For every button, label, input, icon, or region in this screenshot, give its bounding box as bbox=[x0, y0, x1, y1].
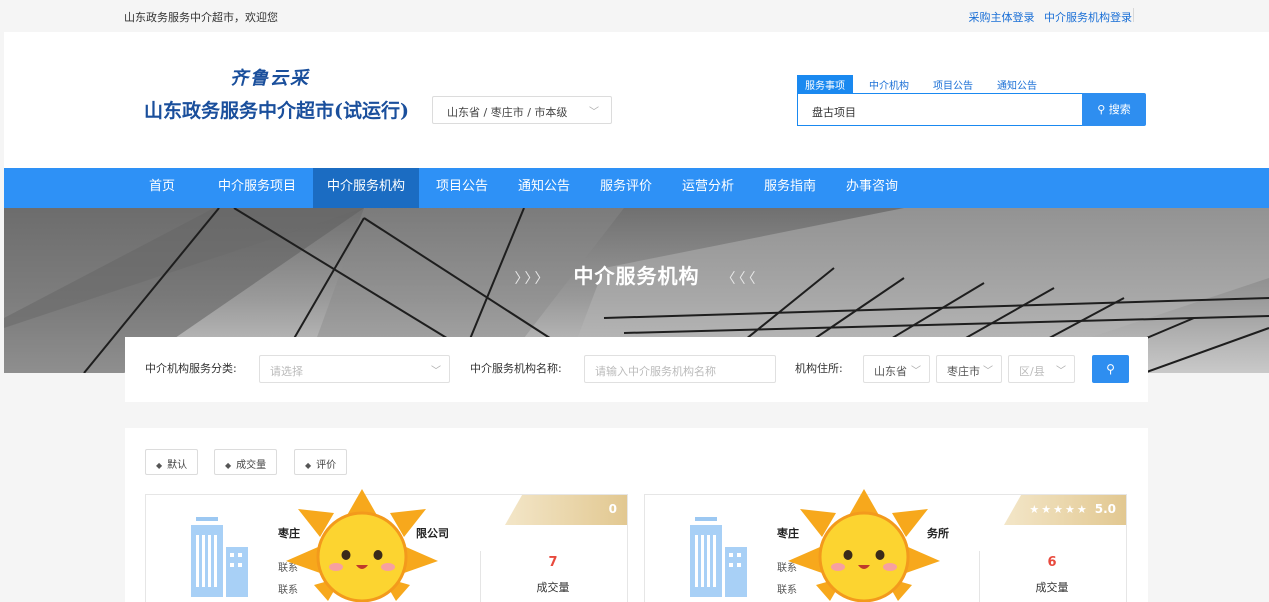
nav-item-analysis[interactable]: 运营分析 bbox=[671, 168, 745, 208]
building-icon bbox=[191, 517, 248, 597]
logo-subtitle: 齐鲁云采 bbox=[230, 68, 310, 89]
banner-title-row: 〉〉〉 中介服务机构 〈〈〈 bbox=[4, 260, 1269, 289]
district-placeholder: 区/县 bbox=[1019, 365, 1045, 378]
results-panel: ◆ 默认 ◆ 成交量 ◆ 评价 0 枣庄 限公司 联系 联系 7 成交量 ★★★… bbox=[125, 428, 1148, 602]
province-value: 山东省 bbox=[874, 365, 907, 378]
search-button[interactable]: ⚲ 搜索 bbox=[1082, 93, 1146, 126]
search-input[interactable]: 盘古项目 bbox=[797, 93, 1083, 126]
page-title: 中介服务机构 bbox=[573, 264, 700, 288]
welcome-text: 山东政务服务中介超市，欢迎您 bbox=[124, 11, 278, 24]
sort-rating-button[interactable]: ◆ 评价 bbox=[294, 449, 348, 475]
banner-right-arrows: 〈〈〈 bbox=[721, 271, 759, 287]
agency-card[interactable]: ★★★★★ 5.0 枣庄 务所 联系 联系 6 成交量 bbox=[644, 489, 1127, 602]
search-tab-agency[interactable]: 中介机构 bbox=[861, 75, 917, 94]
sun-sticker-icon bbox=[788, 489, 940, 602]
region-selector[interactable]: 山东省 / 枣庄市 / 市本级 ﹀ bbox=[432, 96, 612, 124]
deal-count-label: 成交量 bbox=[1035, 581, 1069, 594]
nav-item-evaluation[interactable]: 服务评价 bbox=[589, 168, 663, 208]
agency-login-link[interactable]: 中介服务机构登录 bbox=[1044, 11, 1132, 24]
nav-item-guide[interactable]: 服务指南 bbox=[753, 168, 827, 208]
sort-icon: ◆ bbox=[156, 461, 163, 470]
search-icon: ⚲ bbox=[1106, 362, 1115, 376]
sort-icon: ◆ bbox=[305, 461, 312, 470]
deal-count: 7 bbox=[548, 555, 558, 570]
sort-icon: ◆ bbox=[225, 461, 232, 470]
rating-ribbon: 0 bbox=[505, 495, 627, 525]
chevron-down-icon: ﹀ bbox=[911, 366, 921, 377]
search-tab-project[interactable]: 项目公告 bbox=[925, 75, 981, 94]
site-header: 齐鲁云采 山东政务服务中介超市(试运行) 山东省 / 枣庄市 / 市本级 ﹀ 服… bbox=[4, 32, 1269, 168]
agency-name-input[interactable]: 请输入中介服务机构名称 bbox=[584, 355, 776, 383]
search-tab-notice[interactable]: 通知公告 bbox=[989, 75, 1045, 94]
sort-volume-button[interactable]: ◆ 成交量 bbox=[214, 449, 278, 475]
deal-count: 6 bbox=[1047, 555, 1057, 570]
buyer-login-link[interactable]: 采购主体登录 bbox=[969, 11, 1035, 24]
nav-item-home[interactable]: 首页 bbox=[134, 168, 190, 208]
agency-name-label: 中介服务机构名称: bbox=[470, 362, 562, 375]
star-icon: ★★★★★ bbox=[1029, 503, 1089, 516]
top-bar: 山东政务服务中介超市，欢迎您 采购主体登录 中介服务机构登录 bbox=[0, 0, 1269, 32]
search-tab-service[interactable]: 服务事项 bbox=[797, 75, 853, 94]
nav-item-agencies[interactable]: 中介服务机构 bbox=[313, 168, 419, 208]
chevron-down-icon: ﹀ bbox=[983, 366, 993, 377]
rating-ribbon: ★★★★★ 5.0 bbox=[1004, 495, 1126, 525]
address-label: 机构住所: bbox=[795, 362, 843, 375]
search-icon: ⚲ bbox=[1097, 103, 1106, 116]
nav-item-project-notices[interactable]: 项目公告 bbox=[425, 168, 499, 208]
sort-volume-label: 成交量 bbox=[236, 460, 267, 471]
chevron-down-icon: ﹀ bbox=[1056, 366, 1066, 377]
region-value: 山东省 / 枣庄市 / 市本级 bbox=[447, 106, 568, 119]
nav-item-notices[interactable]: 通知公告 bbox=[507, 168, 581, 208]
login-links: 采购主体登录 中介服务机构登录 bbox=[963, 9, 1133, 25]
rating-value: 5.0 bbox=[1094, 502, 1116, 516]
search-tabs: 服务事项 中介机构 项目公告 通知公告 bbox=[797, 75, 1053, 94]
filter-search-button[interactable]: ⚲ bbox=[1092, 355, 1129, 383]
divider bbox=[1133, 8, 1134, 22]
district-select[interactable]: 区/县 ﹀ bbox=[1008, 355, 1075, 383]
building-icon bbox=[690, 517, 747, 597]
sort-default-label: 默认 bbox=[167, 460, 188, 471]
category-select[interactable]: 请选择 ﹀ bbox=[259, 355, 450, 383]
agency-card[interactable]: 0 枣庄 限公司 联系 联系 7 成交量 bbox=[145, 489, 628, 602]
sort-default-button[interactable]: ◆ 默认 bbox=[145, 449, 199, 475]
deal-count-label: 成交量 bbox=[536, 581, 570, 594]
province-select[interactable]: 山东省 ﹀ bbox=[863, 355, 930, 383]
city-value: 枣庄市 bbox=[947, 365, 980, 378]
chevron-down-icon: ﹀ bbox=[589, 107, 599, 118]
chevron-down-icon: ﹀ bbox=[431, 366, 441, 377]
banner-left-arrows: 〉〉〉 bbox=[514, 271, 552, 287]
city-select[interactable]: 枣庄市 ﹀ bbox=[936, 355, 1002, 383]
category-placeholder: 请选择 bbox=[270, 365, 303, 378]
sort-rating-label: 评价 bbox=[316, 460, 337, 471]
search-button-label: 搜索 bbox=[1108, 103, 1131, 116]
nav-item-projects[interactable]: 中介服务项目 bbox=[204, 168, 310, 208]
main-nav: 首页 中介服务项目 中介服务机构 项目公告 通知公告 服务评价 运营分析 服务指… bbox=[4, 168, 1269, 208]
category-label: 中介机构服务分类: bbox=[145, 362, 237, 375]
filter-panel: 中介机构服务分类: 请选择 ﹀ 中介服务机构名称: 请输入中介服务机构名称 机构… bbox=[125, 337, 1148, 402]
rating-value: 0 bbox=[608, 502, 617, 516]
sun-sticker-icon bbox=[286, 489, 438, 602]
site-logo[interactable]: 山东政务服务中介超市(试运行) bbox=[144, 96, 409, 123]
nav-item-consult[interactable]: 办事咨询 bbox=[835, 168, 909, 208]
